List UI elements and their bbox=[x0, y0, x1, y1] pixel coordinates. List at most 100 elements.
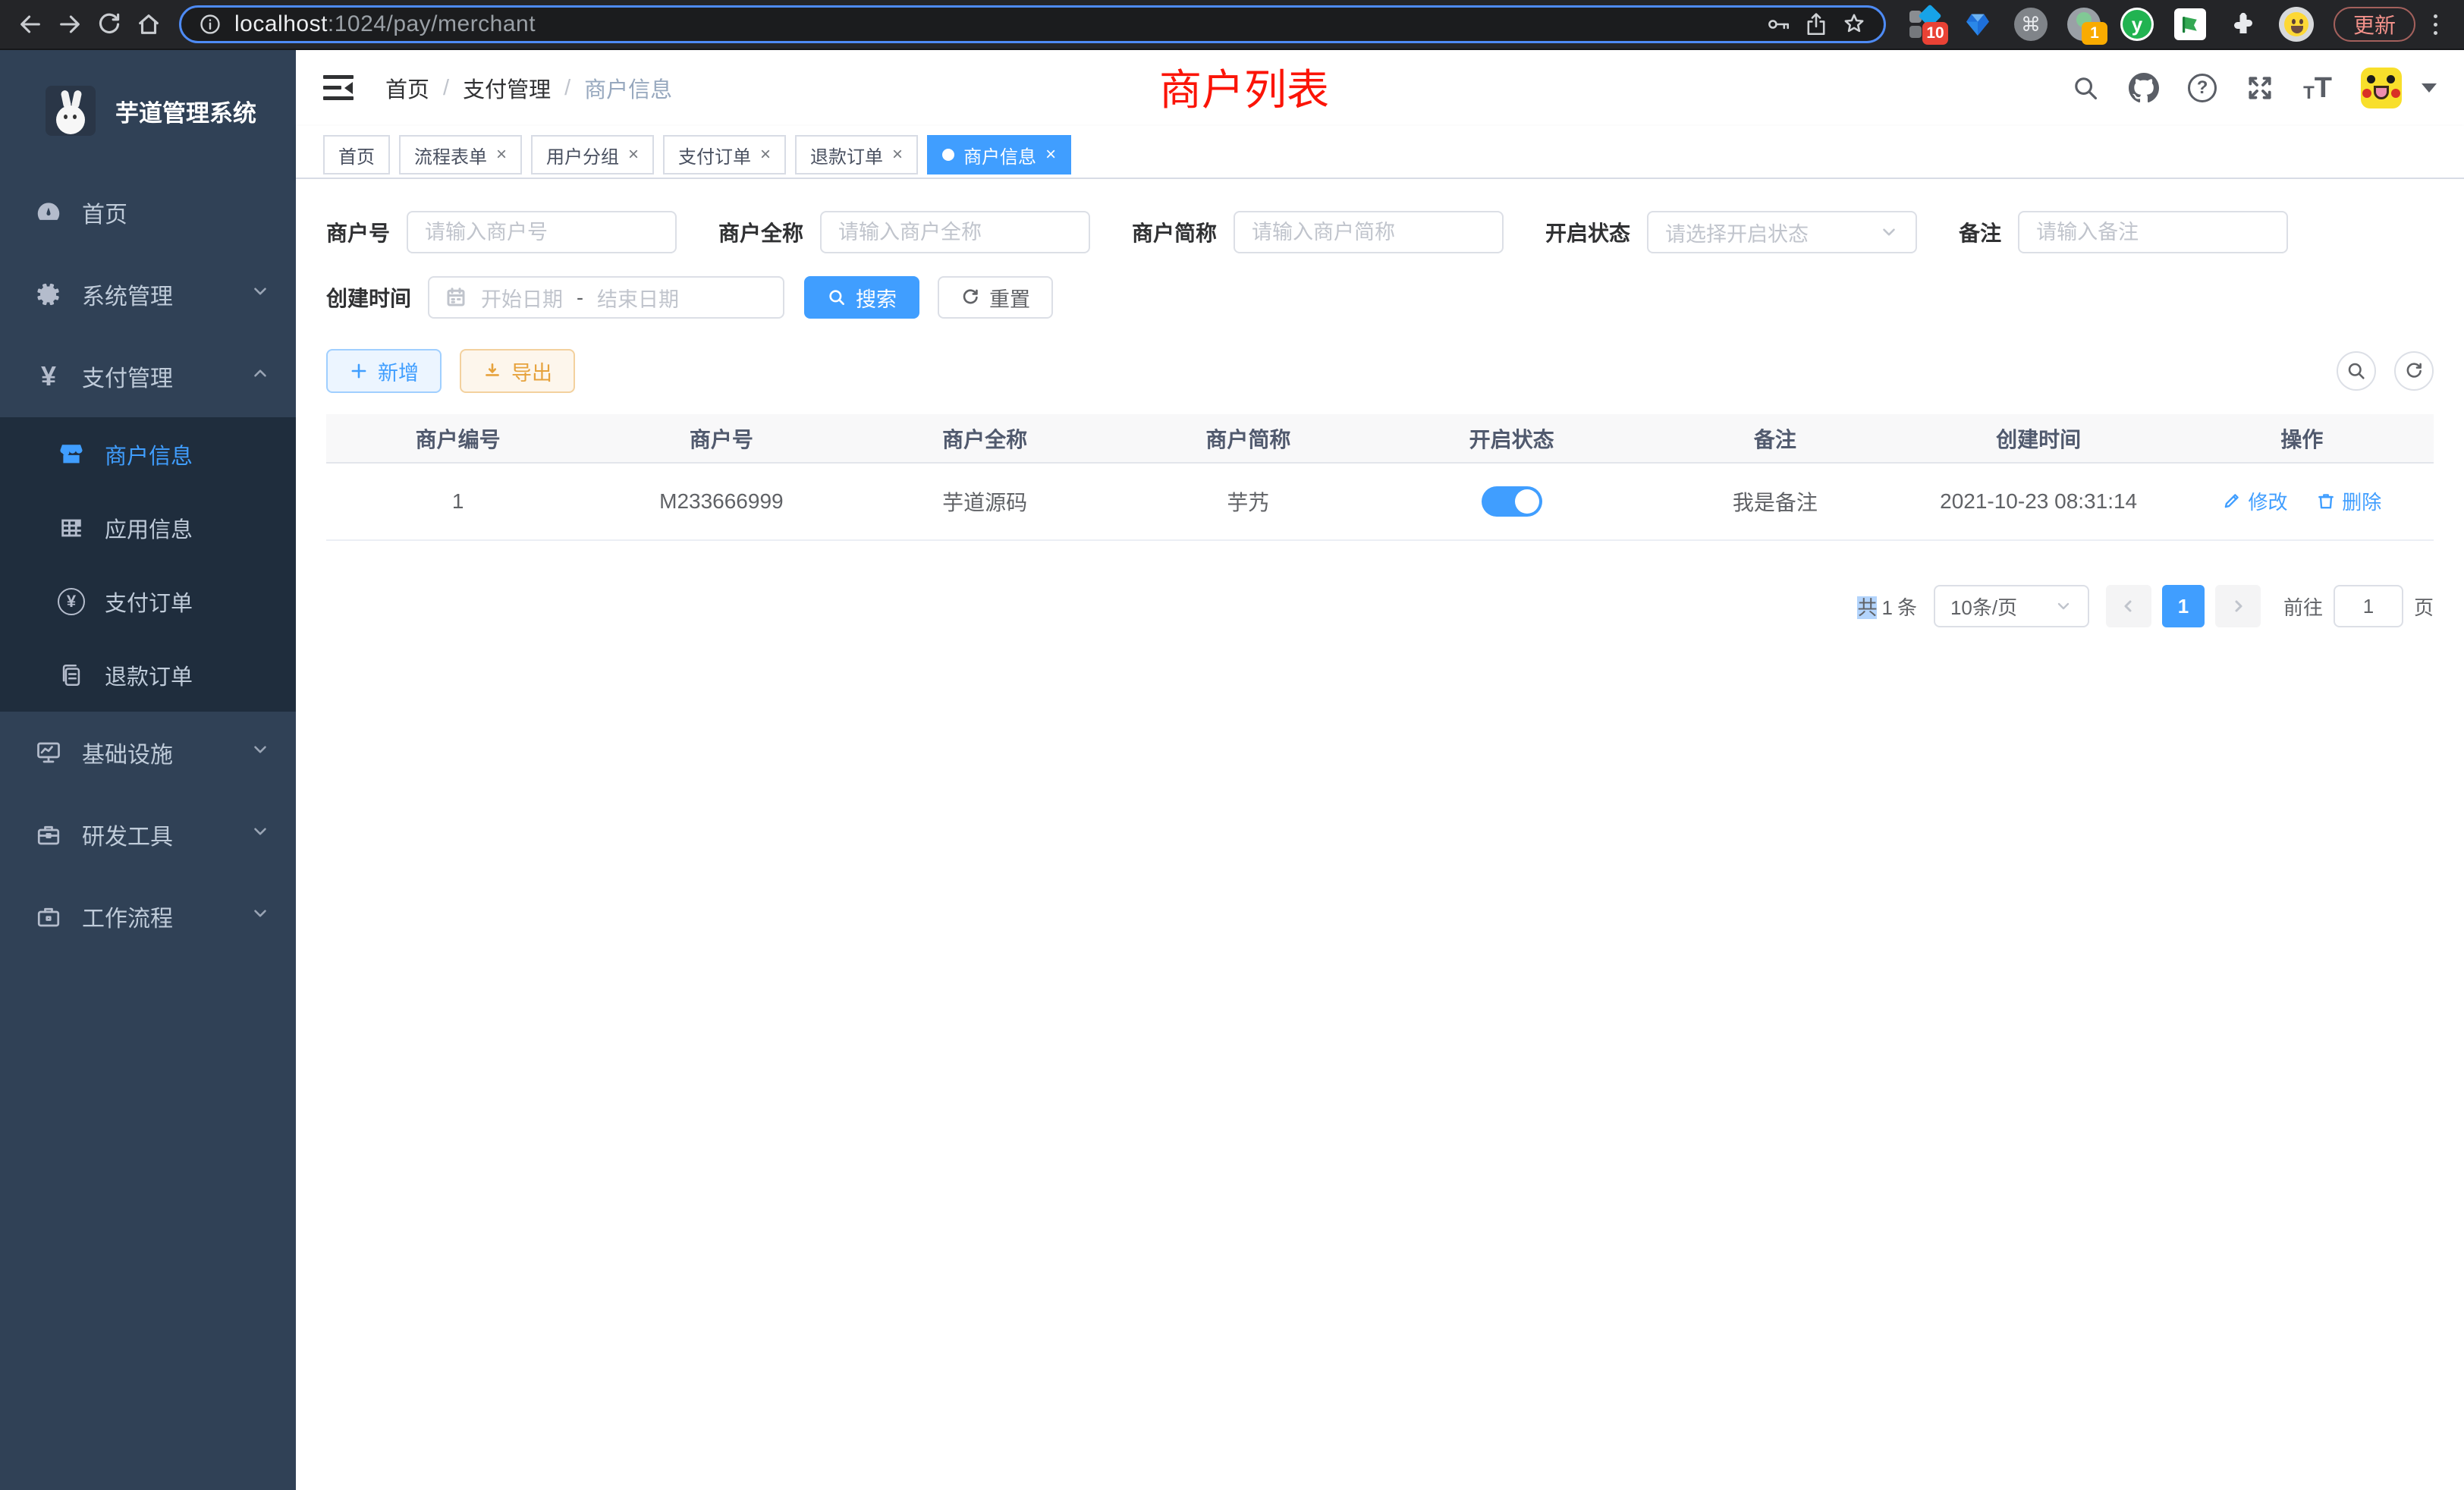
profile-avatar-icon[interactable] bbox=[2279, 7, 2314, 42]
top-navbar: 首页 / 支付管理 / 商户信息 商户列表 ? bbox=[296, 50, 2464, 126]
extension-recorder-icon[interactable]: 1 bbox=[2066, 7, 2101, 42]
delete-link[interactable]: 删除 bbox=[2316, 487, 2381, 515]
breadcrumb-home[interactable]: 首页 bbox=[385, 72, 429, 104]
address-bar[interactable]: localhost:1024/pay/merchant bbox=[179, 5, 1886, 43]
remark-input[interactable] bbox=[2018, 211, 2288, 253]
extension-tabmanager-icon[interactable]: 10 bbox=[1907, 7, 1942, 42]
close-icon[interactable]: × bbox=[760, 144, 771, 165]
sidebar-item-label: 支付管理 bbox=[82, 360, 173, 393]
url-text[interactable]: localhost:1024/pay/merchant bbox=[234, 11, 536, 37]
home-icon bbox=[136, 11, 162, 37]
close-icon[interactable]: × bbox=[892, 144, 903, 165]
sidebar-item-refund-order[interactable]: 退款订单 bbox=[0, 638, 296, 712]
breadcrumb-separator: / bbox=[564, 76, 570, 101]
next-page-button[interactable] bbox=[2215, 585, 2261, 627]
sidebar-item-system[interactable]: 系统管理 bbox=[0, 253, 296, 335]
short-name-label: 商户简称 bbox=[1132, 217, 1217, 247]
avatar-dropdown-caret[interactable] bbox=[2422, 83, 2437, 93]
github-icon bbox=[2129, 73, 2159, 103]
extensions-puzzle-icon[interactable] bbox=[2226, 7, 2261, 42]
tab-process-form[interactable]: 流程表单× bbox=[399, 135, 522, 174]
sidebar-item-home[interactable]: 首页 bbox=[0, 171, 296, 253]
hide-search-button[interactable] bbox=[2337, 351, 2376, 391]
chevron-down-icon bbox=[250, 904, 270, 929]
remark-label: 备注 bbox=[1959, 217, 2001, 247]
gear-icon bbox=[33, 281, 64, 308]
merchant-no-input[interactable] bbox=[407, 211, 677, 253]
tab-home[interactable]: 首页 bbox=[323, 135, 390, 174]
browser-menu-button[interactable] bbox=[2429, 10, 2442, 39]
browser-reload-button[interactable] bbox=[90, 5, 129, 44]
browser-home-button[interactable] bbox=[129, 5, 168, 44]
full-name-input[interactable] bbox=[820, 211, 1090, 253]
extension-command-icon[interactable]: ⌘ bbox=[2013, 7, 2048, 42]
sidebar-logo[interactable]: 芋道管理系统 bbox=[0, 50, 296, 171]
browser-forward-button[interactable] bbox=[50, 5, 90, 44]
col-status: 开启状态 bbox=[1380, 414, 1643, 463]
add-button[interactable]: 新增 bbox=[326, 349, 442, 393]
extension-gem-icon[interactable] bbox=[1960, 7, 1995, 42]
refresh-icon bbox=[2403, 360, 2425, 382]
page-number-1[interactable]: 1 bbox=[2162, 585, 2205, 627]
tab-pay-order[interactable]: 支付订单× bbox=[663, 135, 786, 174]
status-select[interactable]: 请选择开启状态 bbox=[1647, 211, 1917, 253]
bookmark-star-icon[interactable] bbox=[1841, 11, 1867, 37]
screen: localhost:1024/pay/merchant 10 ⌘ 1 y bbox=[0, 0, 2464, 1490]
download-icon bbox=[482, 361, 502, 381]
search-button[interactable]: 搜索 bbox=[804, 276, 919, 319]
status-toggle-on[interactable] bbox=[1482, 486, 1542, 517]
full-name-label: 商户全称 bbox=[718, 217, 803, 247]
reload-icon bbox=[96, 11, 122, 37]
header-search-button[interactable] bbox=[2071, 74, 2100, 102]
page-size-select[interactable]: 10条/页 bbox=[1934, 585, 2089, 627]
extension-y-icon[interactable]: y bbox=[2120, 7, 2154, 42]
sidebar-item-infrastructure[interactable]: 基础设施 bbox=[0, 712, 296, 794]
reset-button[interactable]: 重置 bbox=[938, 276, 1053, 319]
tab-refund-order[interactable]: 退款订单× bbox=[795, 135, 918, 174]
extension-flag-icon[interactable] bbox=[2173, 7, 2208, 42]
edit-link[interactable]: 修改 bbox=[2222, 487, 2287, 515]
close-icon[interactable]: × bbox=[628, 144, 639, 165]
dashboard-icon bbox=[33, 198, 64, 227]
sidebar-item-label: 商户信息 bbox=[105, 439, 193, 470]
chevron-left-icon bbox=[2120, 597, 2138, 615]
font-size-button[interactable]: TT bbox=[2303, 74, 2332, 102]
sidebar-item-workflow[interactable]: 工作流程 bbox=[0, 875, 296, 957]
sidebar-item-merchant-info[interactable]: 商户信息 bbox=[0, 417, 296, 491]
app-title: 芋道管理系统 bbox=[115, 94, 256, 128]
breadcrumb: 首页 / 支付管理 / 商户信息 bbox=[385, 72, 672, 104]
export-button[interactable]: 导出 bbox=[460, 349, 575, 393]
tab-user-group[interactable]: 用户分组× bbox=[531, 135, 654, 174]
close-icon[interactable]: × bbox=[496, 144, 507, 165]
create-time-range-picker[interactable]: 开始日期 - 结束日期 bbox=[428, 276, 784, 319]
breadcrumb-payment[interactable]: 支付管理 bbox=[463, 72, 551, 104]
share-icon[interactable] bbox=[1803, 11, 1829, 37]
cell-full-name: 芋道源码 bbox=[853, 463, 1117, 540]
active-dot bbox=[942, 149, 954, 161]
col-actions: 操作 bbox=[2170, 414, 2434, 463]
refresh-table-button[interactable] bbox=[2394, 351, 2434, 391]
sidebar-item-payment[interactable]: ¥ 支付管理 bbox=[0, 335, 296, 417]
prev-page-button[interactable] bbox=[2106, 585, 2151, 627]
fullscreen-button[interactable] bbox=[2246, 74, 2274, 102]
sidebar-item-app-info[interactable]: 应用信息 bbox=[0, 491, 296, 564]
help-doc-button[interactable]: ? bbox=[2188, 74, 2217, 102]
breadcrumb-separator: / bbox=[443, 76, 449, 101]
tab-merchant-info[interactable]: 商户信息× bbox=[927, 135, 1071, 174]
site-info-icon[interactable] bbox=[198, 12, 222, 36]
url-host: localhost bbox=[234, 11, 328, 36]
start-date-placeholder: 开始日期 bbox=[481, 283, 563, 313]
table-row: 1 M233666999 芋道源码 芋艿 我是备注 2021-10-23 08:… bbox=[326, 463, 2434, 540]
browser-back-button[interactable] bbox=[11, 5, 50, 44]
sidebar-item-pay-order[interactable]: ¥ 支付订单 bbox=[0, 564, 296, 638]
goto-page-input[interactable] bbox=[2334, 585, 2403, 627]
password-key-icon[interactable] bbox=[1765, 11, 1791, 37]
short-name-input[interactable] bbox=[1234, 211, 1504, 253]
sidebar-collapse-button[interactable] bbox=[323, 75, 354, 101]
sidebar-item-dev-tools[interactable]: 研发工具 bbox=[0, 794, 296, 875]
briefcase-icon bbox=[33, 903, 64, 930]
user-avatar[interactable] bbox=[2361, 68, 2402, 108]
chrome-update-button[interactable]: 更新 bbox=[2334, 7, 2415, 42]
github-link-button[interactable] bbox=[2129, 73, 2159, 103]
close-icon[interactable]: × bbox=[1045, 144, 1056, 165]
